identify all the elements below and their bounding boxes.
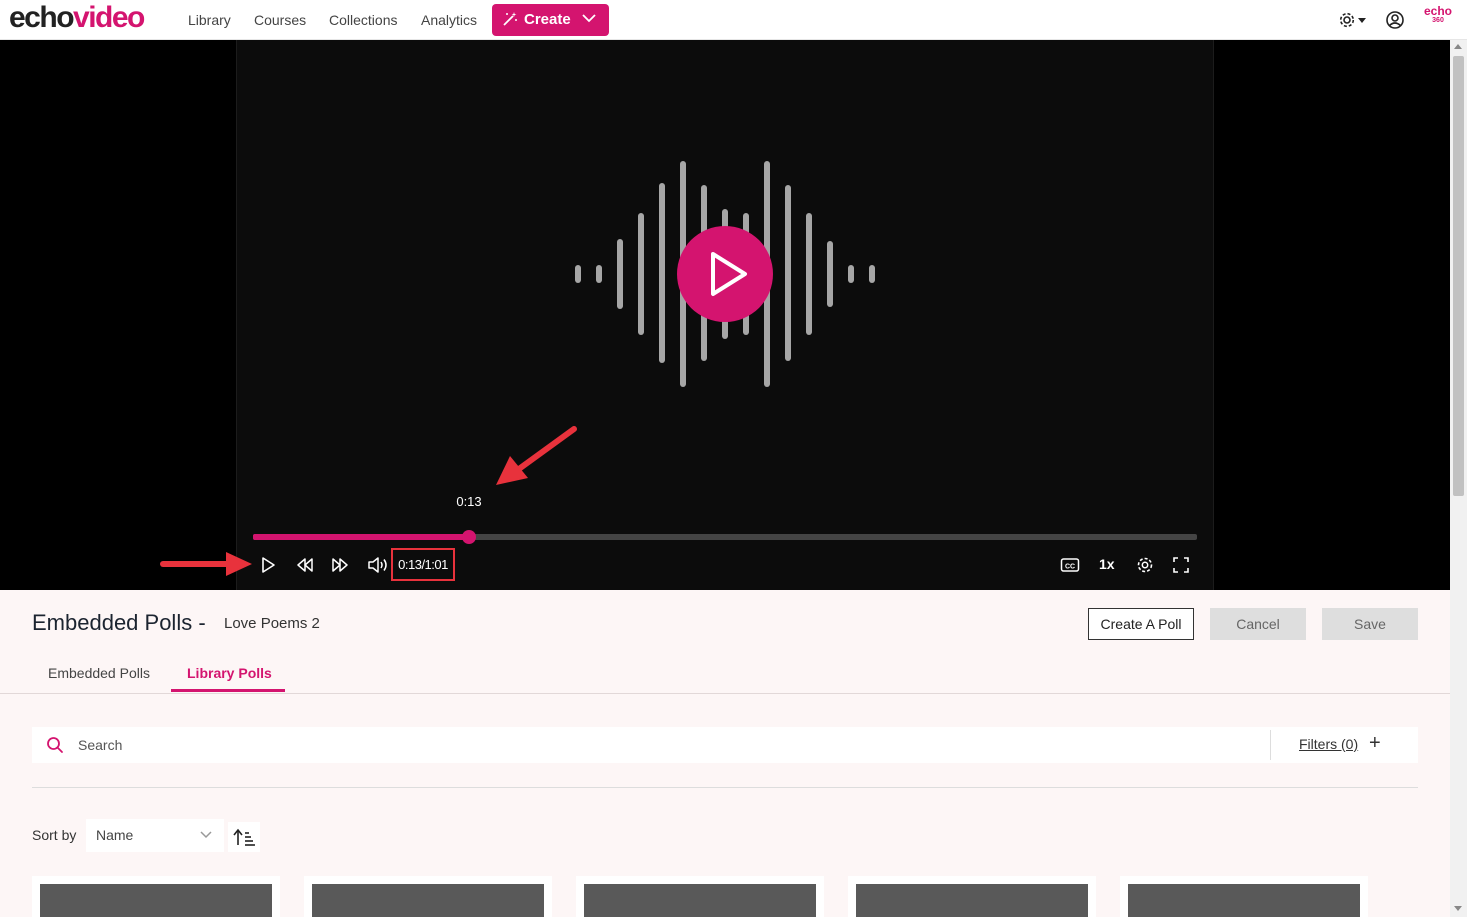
svg-text:CC: CC	[1065, 564, 1075, 571]
search-bar: Search Filters (0) +	[32, 727, 1418, 763]
scrollbar-thumb[interactable]	[1453, 56, 1464, 496]
sort-ascending-icon	[233, 828, 255, 846]
annotation-arrow-icon	[160, 552, 252, 576]
logo-video-text: video	[73, 1, 145, 34]
echo360-logo-text: echo	[1424, 4, 1453, 18]
page-title: Embedded Polls -	[32, 610, 206, 635]
scroll-down-arrow-icon[interactable]	[1454, 906, 1462, 911]
poll-card-thumbnail	[856, 884, 1088, 917]
fast-forward-icon	[332, 558, 348, 572]
poll-card[interactable]	[576, 876, 824, 917]
tab-library-polls[interactable]: Library Polls	[187, 665, 272, 681]
echovideo-logo[interactable]: echovideo	[9, 1, 145, 35]
progress-bar[interactable]	[253, 530, 1197, 544]
annotation-arrow-icon	[496, 426, 577, 485]
cancel-button[interactable]: Cancel	[1210, 608, 1306, 640]
volume-icon	[368, 557, 387, 573]
rewind-button[interactable]	[296, 556, 314, 574]
sort-select-value: Name	[96, 827, 134, 843]
captions-button[interactable]: CC	[1060, 556, 1080, 574]
add-filter-icon[interactable]: +	[1369, 733, 1381, 753]
poll-card-thumbnail	[584, 884, 816, 917]
poll-card[interactable]	[1120, 876, 1368, 917]
play-icon	[262, 557, 275, 573]
user-account-icon[interactable]	[1385, 10, 1405, 30]
sort-order-button[interactable]	[228, 822, 260, 852]
create-poll-button[interactable]: Create A Poll	[1088, 608, 1194, 640]
create-label: Create	[524, 11, 571, 28]
big-play-button[interactable]	[677, 226, 773, 322]
page-scrollbar[interactable]	[1450, 40, 1467, 917]
time-display: 0:13/1:01	[391, 548, 455, 581]
progress-fill	[253, 534, 469, 540]
play-button[interactable]	[260, 556, 276, 574]
time-hover-tooltip: 0:13	[447, 489, 491, 515]
fast-forward-button[interactable]	[331, 556, 349, 574]
top-nav: echovideo Library Courses Collections An…	[0, 0, 1467, 40]
poll-card[interactable]	[304, 876, 552, 917]
poll-card-thumbnail	[1128, 884, 1360, 917]
logo-echo-text: echo	[9, 1, 75, 34]
filters-link[interactable]: Filters (0)	[1299, 736, 1358, 752]
settings-dropdown[interactable]	[1338, 10, 1368, 30]
poll-card[interactable]	[32, 876, 280, 917]
search-input[interactable]: Search	[78, 737, 122, 753]
chevron-down-icon	[200, 831, 212, 839]
gear-icon	[1137, 557, 1153, 573]
nav-courses[interactable]: Courses	[254, 12, 306, 28]
nav-library[interactable]: Library	[188, 12, 231, 28]
play-icon	[711, 252, 747, 296]
gear-icon	[1339, 12, 1366, 28]
search-icon	[46, 736, 64, 754]
fullscreen-icon	[1173, 557, 1189, 573]
volume-button[interactable]	[367, 556, 389, 574]
section-divider	[32, 787, 1418, 788]
poll-card-thumbnail	[312, 884, 544, 917]
create-button[interactable]: Create	[492, 4, 609, 36]
save-button[interactable]: Save	[1322, 608, 1418, 640]
scroll-up-arrow-icon[interactable]	[1454, 44, 1462, 49]
poll-card[interactable]	[848, 876, 1096, 917]
sort-label: Sort by	[32, 827, 77, 843]
tabs-divider	[0, 693, 1450, 694]
player-settings-button[interactable]	[1136, 556, 1154, 574]
poll-card-thumbnail	[40, 884, 272, 917]
search-divider	[1270, 730, 1271, 760]
progress-knob[interactable]	[462, 530, 476, 544]
sort-select[interactable]: Name	[86, 819, 224, 852]
nav-collections[interactable]: Collections	[329, 12, 397, 28]
media-title: Love Poems 2	[224, 615, 320, 632]
magic-wand-icon	[502, 11, 518, 27]
echo360-logo[interactable]: echo 360	[1424, 4, 1453, 25]
chevron-down-icon	[582, 14, 596, 23]
nav-analytics[interactable]: Analytics	[421, 12, 477, 28]
closed-captions-icon: CC	[1060, 558, 1080, 572]
fullscreen-button[interactable]	[1172, 556, 1190, 574]
playback-speed-button[interactable]: 1x	[1099, 556, 1115, 572]
tab-embedded-polls[interactable]: Embedded Polls	[48, 665, 150, 681]
active-tab-indicator	[171, 689, 285, 692]
rewind-icon	[297, 558, 313, 572]
